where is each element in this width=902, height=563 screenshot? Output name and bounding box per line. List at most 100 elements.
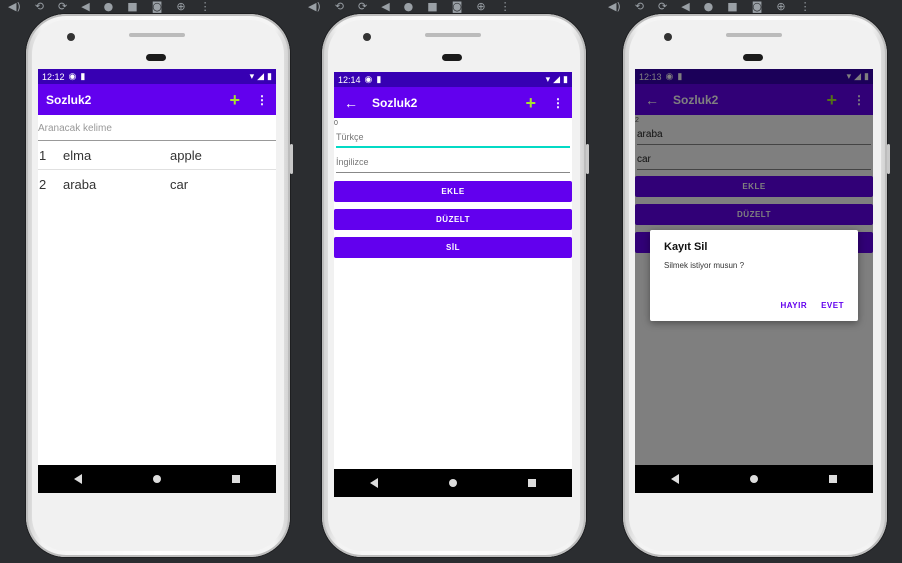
nav-home-icon[interactable] — [152, 475, 161, 483]
turkish-field[interactable]: Türkçe — [336, 128, 570, 148]
more-icon[interactable]: ⋮ — [800, 0, 811, 13]
zoom-icon[interactable]: ⊕ — [176, 0, 185, 13]
add-button[interactable]: EKLE — [334, 181, 572, 202]
nav-bar — [334, 469, 572, 497]
rotate-icon[interactable]: ⟲ — [635, 0, 644, 13]
nav-back-icon[interactable] — [73, 474, 82, 484]
app-bar: ← Sozluk2 + ⋮ — [334, 87, 572, 118]
status-time: 12:14 — [338, 74, 361, 85]
app-bar: Sozluk2 + ⋮ — [38, 84, 276, 115]
nav-recents-icon[interactable] — [232, 475, 241, 483]
notification-icon: ◉ — [364, 74, 373, 84]
rotate-icon[interactable]: ⟲ — [335, 0, 344, 13]
status-bar: 12:14 ◉ ▮ ▾ ◢ ▮ — [334, 72, 572, 87]
volume-icon[interactable]: ◀) — [308, 0, 321, 13]
more-vert-icon[interactable]: ⋮ — [256, 93, 268, 107]
more-icon[interactable]: ⋮ — [500, 0, 511, 13]
emulator-toolbar-2: ◀) ⟲ ⟳ ◀ ● ■ ◙ ⊕ ⋮ — [308, 0, 511, 13]
volume-icon[interactable]: ◀) — [8, 0, 21, 13]
earpiece — [146, 54, 166, 61]
phone-frame-3: 12:13 ◉ ▮ ▾◢▮ ← Sozluk2 + ⋮ 2 araba car … — [623, 14, 890, 557]
nav-home-icon[interactable] — [448, 479, 457, 487]
no-button[interactable]: HAYIR — [780, 301, 807, 310]
sd-card-icon: ▮ — [376, 74, 382, 84]
english-field[interactable]: İngilizce — [336, 153, 570, 173]
signal-icon: ◢ — [257, 71, 265, 81]
nav-home-icon[interactable] — [749, 475, 758, 483]
plus-icon[interactable]: + — [525, 94, 536, 112]
item-turkish: elma — [63, 147, 92, 163]
dialog-actions: HAYIR EVET — [780, 301, 844, 310]
plus-icon[interactable]: + — [229, 91, 240, 109]
screen-delete-dialog: 12:13 ◉ ▮ ▾◢▮ ← Sozluk2 + ⋮ 2 araba car … — [635, 69, 873, 493]
screen-main-list: 12:12 ◉ ▮ ▾ ◢ ▮ Sozluk2 + ⋮ Aranacak kelim… — [38, 69, 276, 493]
rotate-right-icon[interactable]: ⟳ — [58, 0, 67, 13]
front-camera — [67, 33, 75, 41]
item-turkish: araba — [63, 177, 97, 192]
overview-icon[interactable]: ■ — [427, 0, 437, 13]
status-bar: 12:12 ◉ ▮ ▾ ◢ ▮ — [38, 69, 276, 84]
front-camera — [363, 33, 371, 41]
rotate-right-icon[interactable]: ⟳ — [358, 0, 367, 13]
speaker-grill — [129, 33, 185, 37]
nav-back-icon[interactable] — [670, 474, 679, 484]
rotate-icon[interactable]: ⟲ — [35, 0, 44, 13]
back-icon[interactable]: ◀ — [681, 0, 689, 13]
emulator-toolbar-3: ◀) ⟲ ⟳ ◀ ● ■ ◙ ⊕ ⋮ — [608, 0, 811, 13]
earpiece — [743, 54, 763, 61]
list-item[interactable]: 1 elma apple — [38, 141, 276, 170]
item-number: 2 — [39, 177, 47, 192]
item-number: 1 — [39, 147, 47, 163]
wifi-icon: ▾ — [545, 74, 551, 84]
home-icon[interactable]: ● — [104, 0, 114, 13]
yes-button[interactable]: EVET — [821, 301, 844, 310]
nav-back-icon[interactable] — [369, 478, 378, 488]
battery-icon: ▮ — [267, 71, 272, 81]
item-english: car — [170, 177, 189, 192]
notification-icon: ◉ — [68, 71, 77, 81]
more-vert-icon[interactable]: ⋮ — [552, 96, 564, 110]
dialog-message: Silmek istiyor musun ? — [664, 261, 745, 270]
volume-icon[interactable]: ◀) — [608, 0, 621, 13]
emulator-toolbar-1: ◀) ⟲ ⟳ ◀ ● ■ ◙ ⊕ ⋮ — [8, 0, 211, 13]
rotate-right-icon[interactable]: ⟳ — [658, 0, 667, 13]
app-title: Sozluk2 — [372, 95, 418, 110]
signal-icon: ◢ — [553, 74, 561, 84]
zoom-icon[interactable]: ⊕ — [476, 0, 485, 13]
sd-card-icon: ▮ — [80, 71, 86, 81]
power-button — [586, 144, 589, 174]
front-camera — [664, 33, 672, 41]
status-time: 12:12 — [42, 71, 65, 82]
delete-dialog: Kayıt Sil Silmek istiyor musun ? HAYIR E… — [650, 230, 858, 321]
nav-bar — [38, 465, 276, 493]
dialog-title: Kayıt Sil — [664, 241, 708, 253]
battery-icon: ▮ — [563, 74, 568, 84]
home-icon[interactable]: ● — [404, 0, 414, 13]
power-button — [290, 144, 293, 174]
delete-button[interactable]: SİL — [334, 237, 572, 258]
edit-button[interactable]: DÜZELT — [334, 209, 572, 230]
item-english: apple — [170, 147, 202, 163]
arrow-back-icon[interactable]: ← — [344, 95, 358, 111]
search-input[interactable]: Aranacak kelime — [38, 115, 276, 141]
back-icon[interactable]: ◀ — [81, 0, 89, 13]
power-button — [887, 144, 890, 174]
camera-icon[interactable]: ◙ — [452, 0, 463, 13]
more-icon[interactable]: ⋮ — [200, 0, 211, 13]
nav-recents-icon[interactable] — [528, 479, 537, 487]
app-title: Sozluk2 — [46, 92, 92, 107]
earpiece — [442, 54, 462, 61]
camera-icon[interactable]: ◙ — [752, 0, 763, 13]
home-icon[interactable]: ● — [704, 0, 714, 13]
nav-recents-icon[interactable] — [829, 475, 838, 483]
overview-icon[interactable]: ■ — [127, 0, 137, 13]
phone-frame-2: 12:14 ◉ ▮ ▾ ◢ ▮ ← Sozluk2 + ⋮ 0 Türkçe İng… — [322, 14, 589, 557]
back-icon[interactable]: ◀ — [381, 0, 389, 13]
zoom-icon[interactable]: ⊕ — [776, 0, 785, 13]
phone-frame-1: 12:12 ◉ ▮ ▾ ◢ ▮ Sozluk2 + ⋮ Aranacak kelim… — [26, 14, 293, 557]
list-item[interactable]: 2 araba car — [38, 170, 276, 199]
wifi-icon: ▾ — [249, 71, 255, 81]
overview-icon[interactable]: ■ — [727, 0, 737, 13]
camera-icon[interactable]: ◙ — [152, 0, 163, 13]
speaker-grill — [425, 33, 481, 37]
